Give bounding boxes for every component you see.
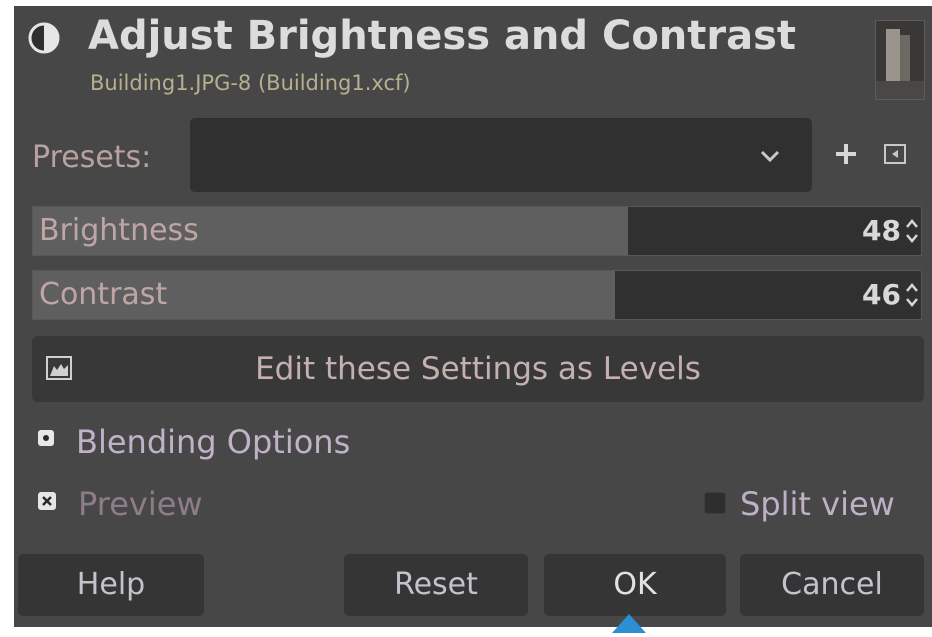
presets-combo[interactable] bbox=[190, 118, 812, 192]
contrast-value[interactable]: 46 bbox=[862, 271, 901, 319]
split-view-checkbox[interactable] bbox=[704, 492, 726, 514]
preview-label[interactable]: Preview bbox=[78, 482, 203, 526]
brightness-slider[interactable]: Brightness 48 bbox=[32, 206, 922, 256]
brightness-contrast-dialog: Adjust Brightness and Contrast Building1… bbox=[14, 6, 932, 633]
brightness-label: Brightness bbox=[39, 213, 199, 248]
plus-icon[interactable] bbox=[834, 142, 858, 166]
reset-button[interactable]: Reset bbox=[344, 554, 528, 616]
cancel-button[interactable]: Cancel bbox=[740, 554, 924, 616]
chevron-down-icon[interactable] bbox=[758, 146, 782, 166]
contrast-label: Contrast bbox=[39, 277, 168, 312]
expander-bullet-icon[interactable] bbox=[38, 430, 54, 446]
blending-options-expander[interactable]: Blending Options bbox=[76, 420, 350, 464]
preview-checkbox[interactable] bbox=[38, 492, 56, 510]
split-view-label[interactable]: Split view bbox=[740, 482, 895, 526]
help-button[interactable]: Help bbox=[18, 554, 204, 616]
presets-menu-icon[interactable] bbox=[884, 144, 906, 164]
dialog-title: Adjust Brightness and Contrast bbox=[88, 13, 797, 59]
dialog-subtitle: Building1.JPG-8 (Building1.xcf) bbox=[90, 71, 411, 95]
presets-label: Presets: bbox=[32, 140, 152, 175]
spin-arrows-icon[interactable] bbox=[905, 216, 919, 246]
brightness-value[interactable]: 48 bbox=[862, 207, 901, 255]
image-thumbnail bbox=[875, 20, 925, 100]
brightness-contrast-icon bbox=[28, 22, 60, 54]
spin-arrows-icon[interactable] bbox=[905, 280, 919, 310]
edit-as-levels-label: Edit these Settings as Levels bbox=[255, 351, 701, 387]
pointer-indicator-icon bbox=[612, 614, 646, 633]
edit-as-levels-button[interactable]: Edit these Settings as Levels bbox=[32, 336, 924, 402]
ok-button[interactable]: OK bbox=[544, 554, 726, 616]
contrast-slider[interactable]: Contrast 46 bbox=[32, 270, 922, 320]
